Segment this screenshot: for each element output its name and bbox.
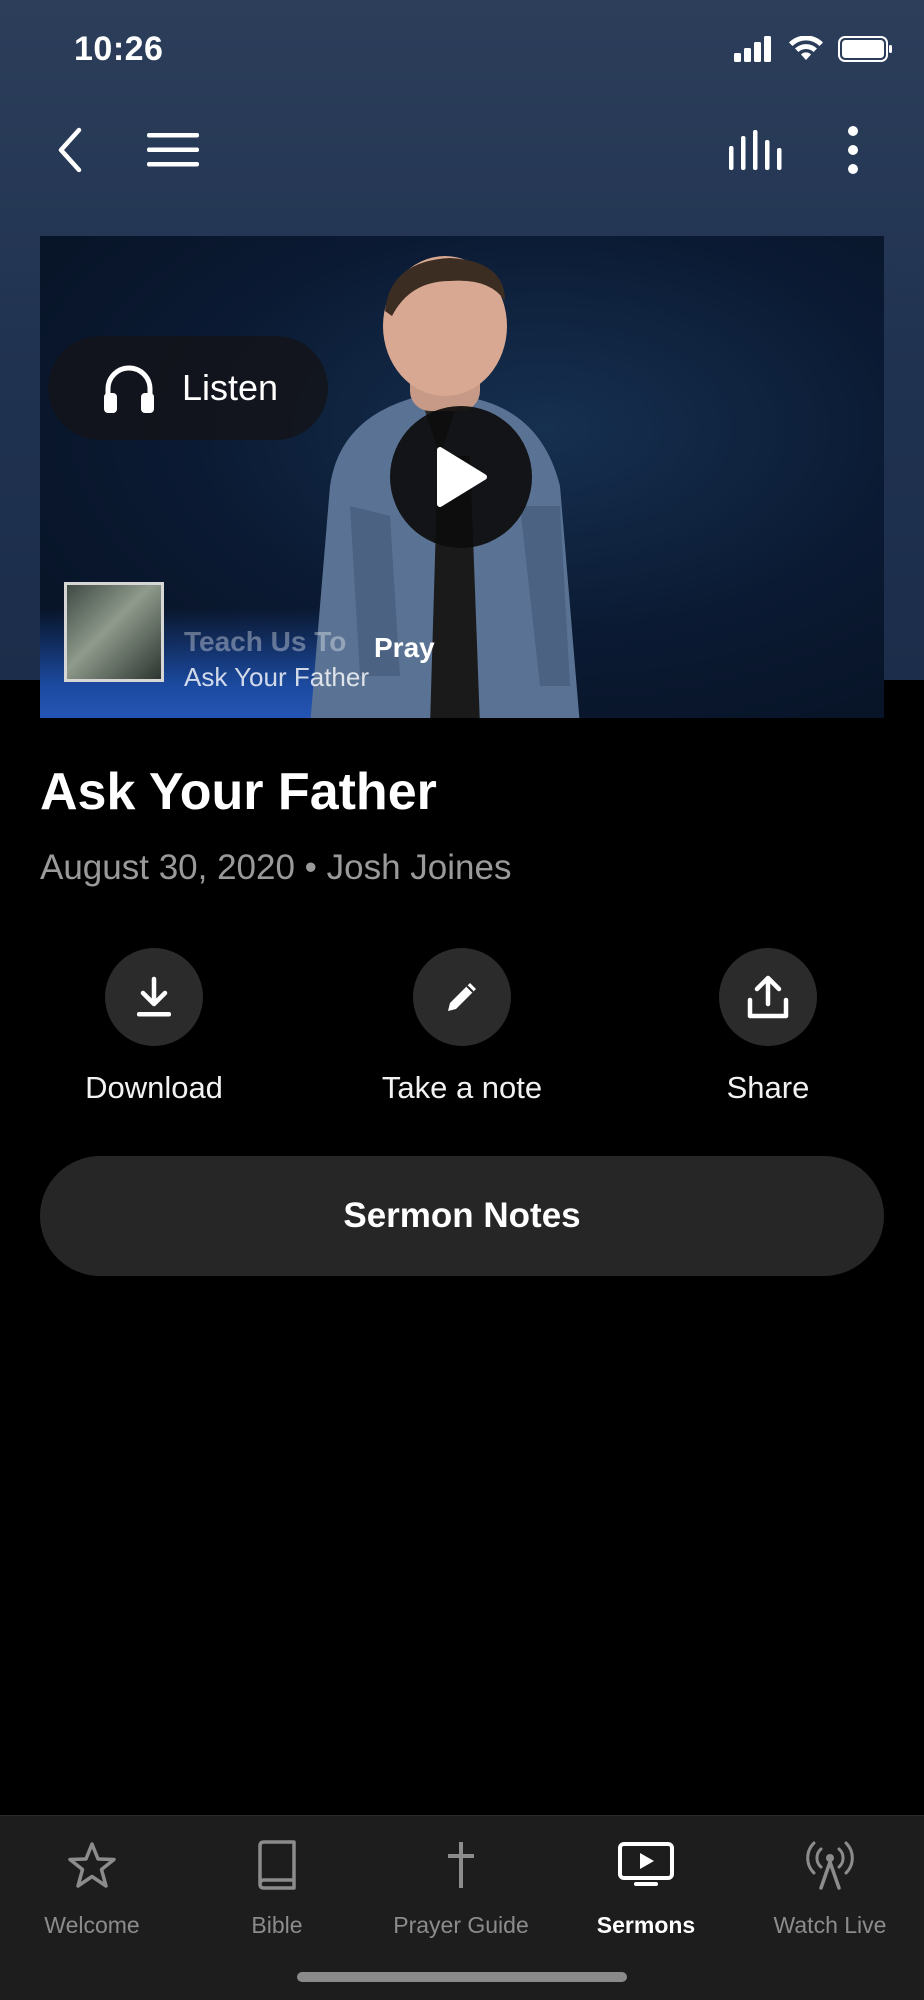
tab-watch-live[interactable]: Watch Live — [738, 1834, 922, 1939]
back-chevron-icon — [58, 127, 82, 173]
broadcast-icon — [806, 1841, 854, 1890]
status-icons — [734, 36, 894, 62]
listen-label: Listen — [182, 367, 279, 408]
take-note-circle — [413, 948, 511, 1046]
back-button[interactable] — [40, 110, 100, 190]
wifi-icon — [789, 36, 823, 60]
download-label: Download — [85, 1070, 223, 1105]
tab-welcome[interactable]: Welcome — [0, 1834, 184, 1939]
tab-welcome-label: Welcome — [44, 1912, 140, 1938]
headphones-icon — [104, 365, 154, 413]
tab-bible-label: Bible — [251, 1912, 303, 1938]
sermon-notes-label: Sermon Notes — [343, 1196, 581, 1235]
sermon-meta: August 30, 2020 • Josh Joines — [40, 848, 512, 887]
listen-button[interactable]: Listen — [48, 336, 328, 440]
share-button[interactable]: Share — [658, 948, 878, 1106]
sermon-notes-button[interactable]: Sermon Notes — [40, 1156, 884, 1276]
tab-bible[interactable]: Bible — [185, 1834, 369, 1939]
cross-icon — [448, 1842, 474, 1888]
status-time: 10:26 — [74, 30, 164, 68]
series-title-overlay: Teach Us To — [184, 626, 347, 657]
take-note-button[interactable]: Take a note — [352, 948, 572, 1106]
tab-sermons-label: Sermons — [596, 1912, 696, 1938]
more-vertical-icon — [848, 126, 858, 174]
menu-button[interactable] — [138, 110, 208, 190]
tab-prayer-guide[interactable]: Prayer Guide — [369, 1834, 553, 1939]
download-icon — [137, 976, 171, 1017]
sermon-video-thumbnail[interactable]: Teach Us To Ask Your Father — [40, 236, 884, 718]
share-icon — [747, 975, 789, 1019]
play-icon — [437, 447, 487, 507]
tv-play-icon — [618, 1842, 674, 1886]
status-bar: 10:26 — [0, 0, 924, 100]
home-indicator — [297, 1972, 627, 1982]
action-row: Download Take a note Share — [0, 948, 924, 1118]
top-navigation — [0, 110, 924, 190]
sermon-title: Ask Your Father — [40, 763, 437, 821]
share-label: Share — [726, 1070, 810, 1105]
cellular-signal-icon — [734, 36, 771, 62]
book-icon — [258, 1840, 296, 1890]
tab-prayer-guide-label: Prayer Guide — [393, 1912, 529, 1938]
pencil-icon — [448, 983, 476, 1011]
battery-icon — [838, 36, 892, 62]
download-circle — [105, 948, 203, 1046]
share-circle — [719, 948, 817, 1046]
tab-sermons[interactable]: Sermons — [554, 1834, 738, 1939]
series-artwork — [64, 582, 164, 682]
download-button[interactable]: Download — [44, 948, 264, 1106]
hamburger-menu-icon — [147, 133, 199, 167]
sermon-subtitle-overlay: Ask Your Father — [184, 662, 369, 692]
star-icon — [68, 1842, 116, 1888]
audio-levels-icon — [729, 130, 782, 170]
play-button[interactable] — [390, 406, 532, 548]
audio-button[interactable] — [722, 110, 790, 190]
take-note-label: Take a note — [381, 1070, 543, 1105]
series-pray-overlay: Pray — [374, 632, 435, 663]
tab-watch-live-label: Watch Live — [773, 1912, 887, 1938]
more-options-button[interactable] — [828, 110, 878, 190]
